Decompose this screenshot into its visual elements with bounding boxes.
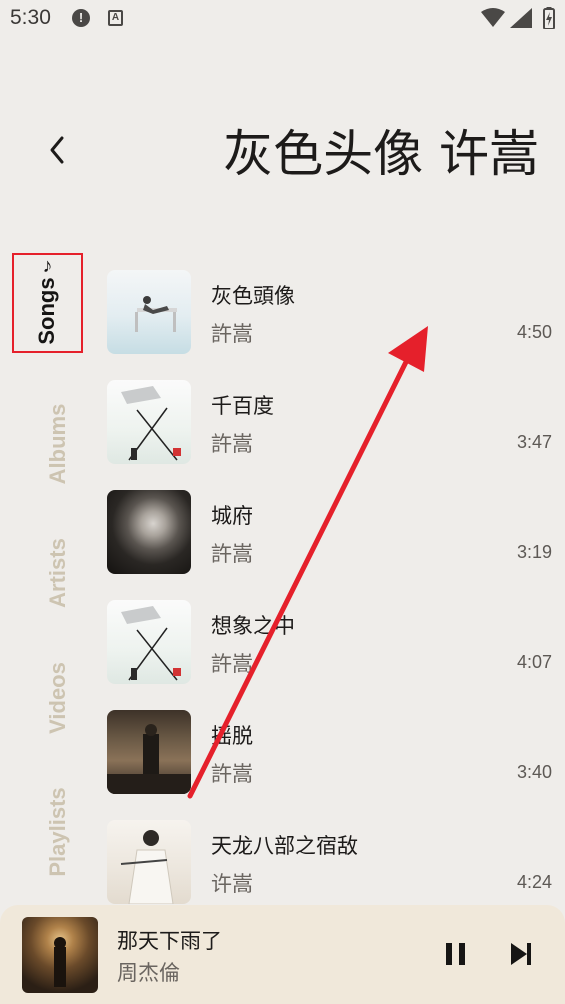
song-artist: 许嵩 <box>211 872 253 896</box>
album-cover <box>107 600 191 684</box>
song-duration: 3:40 <box>516 762 552 782</box>
song-artist: 許嵩 <box>211 432 253 456</box>
tab-artists[interactable]: Artists <box>45 538 71 608</box>
song-duration: 4:50 <box>516 322 552 342</box>
song-title: 灰色頭像 <box>211 284 295 308</box>
song-row[interactable]: 灰色頭像 許嵩 4:50 <box>100 270 565 380</box>
music-app-screen: 5:30 ! A 灰色头像 许嵩 Songs ♪ Albums Artists … <box>0 0 565 1004</box>
status-bar: 5:30 ! A <box>0 0 565 38</box>
skip-next-icon[interactable] <box>506 939 536 969</box>
album-cover <box>107 820 191 904</box>
song-duration: 3:19 <box>516 542 552 562</box>
song-row[interactable]: 摇脱 許嵩 3:40 <box>100 710 565 820</box>
signal-icon <box>510 8 532 28</box>
song-artist: 許嵩 <box>211 762 253 786</box>
album-cover <box>107 710 191 794</box>
tab-albums[interactable]: Albums <box>45 404 71 485</box>
music-note-icon: ♪ <box>42 254 52 277</box>
song-title: 摇脱 <box>211 724 253 748</box>
song-title: 千百度 <box>211 394 274 418</box>
wifi-icon <box>481 8 505 27</box>
tab-videos[interactable]: Videos <box>45 662 71 734</box>
song-title: 天龙八部之宿敌 <box>211 834 358 858</box>
song-row[interactable]: 想象之中 許嵩 4:07 <box>100 600 565 710</box>
song-duration: 4:07 <box>516 652 552 672</box>
pause-icon[interactable] <box>443 939 469 969</box>
song-artist: 許嵩 <box>211 322 253 346</box>
song-duration: 4:24 <box>516 872 552 892</box>
tab-playlists[interactable]: Playlists <box>45 787 71 876</box>
alert-icon: ! <box>72 9 90 27</box>
song-row[interactable]: 城府 許嵩 3:19 <box>100 490 565 600</box>
now-playing-bar[interactable]: 那天下雨了 周杰倫 <box>0 905 565 1004</box>
song-title: 城府 <box>211 504 253 528</box>
text-a-icon: A <box>108 10 123 26</box>
song-artist: 許嵩 <box>211 542 253 566</box>
battery-icon <box>543 7 555 29</box>
back-chevron-icon[interactable] <box>40 130 76 170</box>
now-playing-artist: 周杰倫 <box>117 961 180 985</box>
album-cover <box>107 270 191 354</box>
album-cover <box>107 490 191 574</box>
tab-songs-label: Songs <box>34 277 59 345</box>
song-row[interactable]: 千百度 許嵩 3:47 <box>100 380 565 490</box>
status-time: 5:30 <box>10 6 51 29</box>
tab-songs[interactable]: Songs ♪ <box>34 255 60 345</box>
song-duration: 3:47 <box>516 432 552 452</box>
song-artist: 許嵩 <box>211 652 253 676</box>
song-title: 想象之中 <box>211 614 295 638</box>
page-title: 灰色头像 许嵩 <box>223 125 539 183</box>
now-playing-cover <box>22 917 98 993</box>
now-playing-title: 那天下雨了 <box>117 929 222 953</box>
album-cover <box>107 380 191 464</box>
